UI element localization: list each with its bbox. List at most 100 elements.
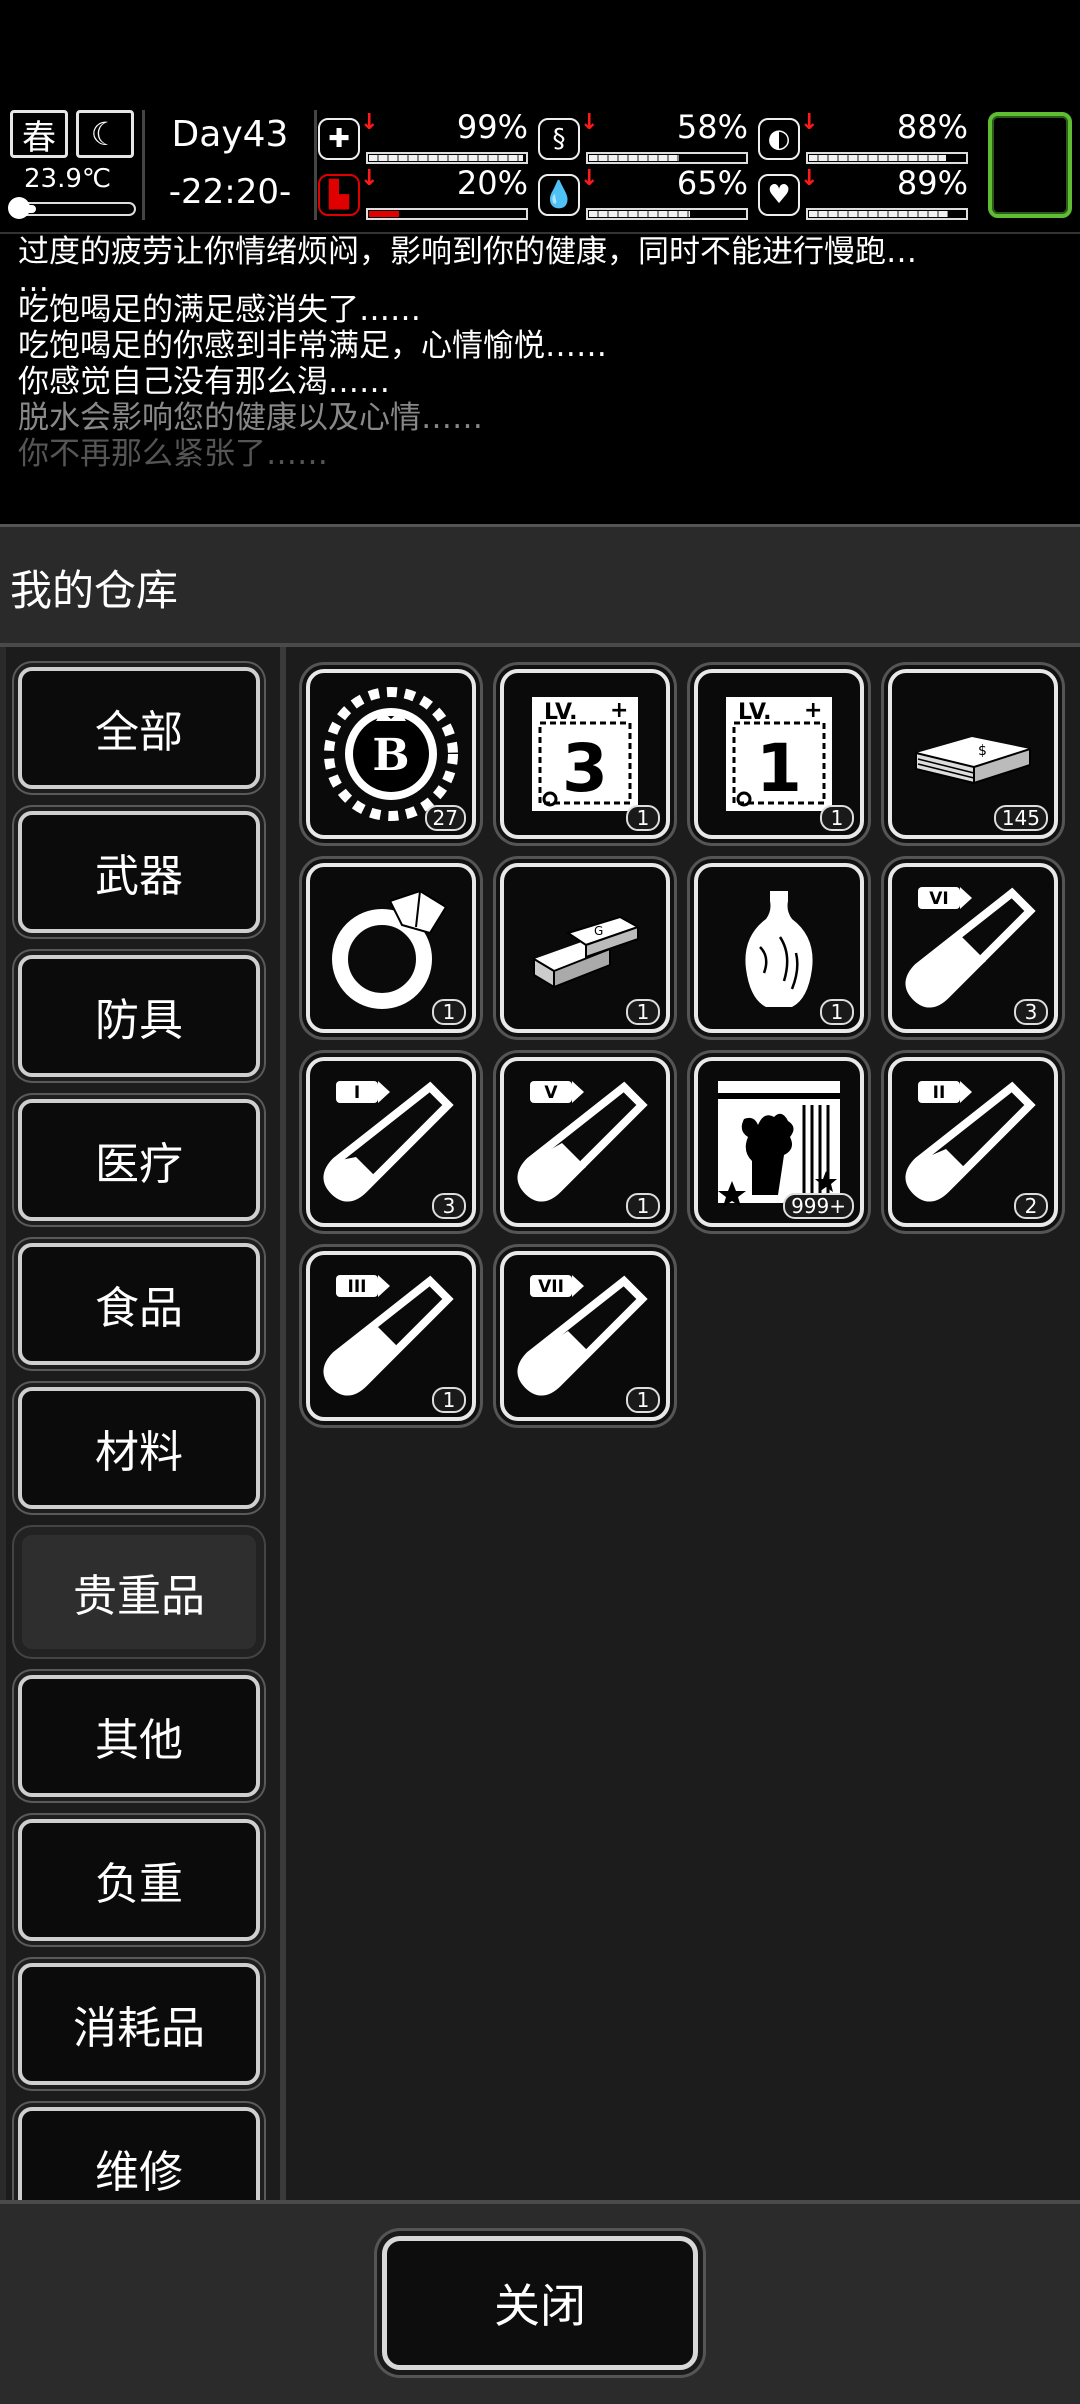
moon-icon: ☾ bbox=[76, 110, 134, 158]
diamond-ring-icon bbox=[332, 889, 448, 1009]
svg-text:B: B bbox=[372, 730, 409, 781]
boot-icon: ▙ bbox=[318, 174, 360, 216]
svg-text:VI: VI bbox=[929, 889, 948, 909]
category-all-button[interactable]: 全部 bbox=[18, 667, 260, 789]
item-slot[interactable]: V 1 bbox=[500, 1057, 670, 1227]
test-tube-vi-icon: VI bbox=[905, 887, 1036, 1008]
svg-text:LV.: LV. bbox=[738, 700, 772, 725]
category-repair-button[interactable]: 维修 bbox=[18, 2107, 260, 2203]
mood-stat: ♥ ↓ 89% bbox=[758, 164, 968, 220]
svg-text:+: + bbox=[804, 698, 822, 723]
svg-text:$: $ bbox=[978, 743, 987, 759]
panel-title: 我的仓库 bbox=[10, 566, 179, 615]
cash-stack-icon: $ bbox=[915, 737, 1031, 785]
item-count: 999+ bbox=[783, 1193, 854, 1219]
item-count: 1 bbox=[626, 1193, 660, 1219]
svg-text:V: V bbox=[544, 1083, 558, 1103]
log-line: 过度的疲劳让你情绪烦闷，影响到你的健康，同时不能进行慢跑… bbox=[18, 234, 917, 270]
item-count: 1 bbox=[626, 805, 660, 831]
svg-text:3: 3 bbox=[562, 730, 608, 807]
item-slot[interactable]: 1 bbox=[306, 863, 476, 1033]
medkit-icon: ✚ bbox=[318, 118, 360, 160]
health-stat: ✚ ↓ 99% bbox=[318, 108, 528, 164]
item-count: 1 bbox=[820, 999, 854, 1025]
item-count: 2 bbox=[1014, 1193, 1048, 1219]
svg-text:1: 1 bbox=[756, 730, 802, 807]
category-armor-button[interactable]: 防具 bbox=[18, 955, 260, 1077]
stomach-icon: § bbox=[538, 118, 580, 160]
svg-text:LV.: LV. bbox=[544, 700, 578, 725]
log-line: … bbox=[18, 263, 49, 299]
lv3-ticket-icon: LV. + 3 bbox=[532, 697, 638, 811]
item-slot[interactable]: G 1 bbox=[500, 863, 670, 1033]
item-slot[interactable]: VI 3 bbox=[888, 863, 1058, 1033]
svg-text:III: III bbox=[348, 1277, 367, 1297]
test-tube-v-icon: V bbox=[517, 1081, 648, 1202]
svg-text:+: + bbox=[610, 698, 628, 723]
pill-icon: ◐ bbox=[758, 118, 800, 160]
item-grid: B 27 LV. + 3 1 LV. + 1 1 $ 145 1 G 1 1 V… bbox=[286, 647, 1080, 2203]
item-slot[interactable]: 999+ bbox=[694, 1057, 864, 1227]
item-slot[interactable]: III 1 bbox=[306, 1251, 476, 1421]
item-count: 1 bbox=[626, 1387, 660, 1413]
svg-text:VII: VII bbox=[538, 1277, 564, 1297]
item-count: 27 bbox=[424, 805, 466, 831]
bottom-bar: 关闭 bbox=[0, 2200, 1080, 2404]
item-slot[interactable]: II 2 bbox=[888, 1057, 1058, 1227]
test-tube-ii-icon: II bbox=[905, 1081, 1036, 1202]
log-line: 吃饱喝足的你感到非常满足，心情愉悦…… bbox=[18, 328, 607, 364]
item-count: 145 bbox=[993, 805, 1048, 831]
temperature-bar bbox=[8, 197, 136, 219]
category-food-button[interactable]: 食品 bbox=[18, 1243, 260, 1365]
category-valuables-button[interactable]: 贵重品 bbox=[18, 1531, 260, 1653]
item-slot[interactable]: I 3 bbox=[306, 1057, 476, 1227]
svg-text:I: I bbox=[354, 1083, 360, 1103]
test-tube-i-icon: I bbox=[323, 1081, 454, 1202]
category-medical-button[interactable]: 医疗 bbox=[18, 1099, 260, 1221]
log-line: 脱水会影响您的健康以及心情…… bbox=[18, 400, 483, 436]
item-count: 1 bbox=[820, 805, 854, 831]
season-indicator: 春 bbox=[10, 110, 68, 158]
water-drop-icon: 💧 bbox=[538, 174, 580, 216]
divider bbox=[142, 110, 145, 220]
status-hud: 春 ☾ 23.9℃ Day43 -22:20- ✚ ↓ 99% § ↓ 58% … bbox=[0, 100, 1080, 230]
thirst-stat: 💧 ↓ 65% bbox=[538, 164, 748, 220]
quick-slot[interactable] bbox=[988, 112, 1072, 218]
test-tube-iii-icon: III bbox=[323, 1275, 454, 1396]
item-count: 3 bbox=[1014, 999, 1048, 1025]
svg-text:G: G bbox=[594, 924, 603, 938]
item-count: 3 bbox=[432, 1193, 466, 1219]
svg-text:II: II bbox=[933, 1083, 946, 1103]
message-log[interactable]: 过度的疲劳让你情绪烦闷，影响到你的健康，同时不能进行慢跑… … 吃饱喝足的满足感… bbox=[0, 232, 1080, 524]
stamina-stat: ▙ ↓ 20% bbox=[318, 164, 528, 220]
item-slot[interactable]: VII 1 bbox=[500, 1251, 670, 1421]
coral-card-icon bbox=[718, 1081, 840, 1207]
day-counter: Day43 bbox=[171, 114, 289, 155]
vase-icon bbox=[745, 891, 813, 1007]
category-materials-button[interactable]: 材料 bbox=[18, 1387, 260, 1509]
close-button[interactable]: 关闭 bbox=[382, 2236, 698, 2370]
log-line: 你感觉自己没有那么渴…… bbox=[18, 364, 390, 400]
category-other-button[interactable]: 其他 bbox=[18, 1675, 260, 1797]
hunger-stat: § ↓ 58% bbox=[538, 108, 748, 164]
temperature-label: 23.9℃ bbox=[24, 164, 112, 194]
item-slot[interactable]: 1 bbox=[694, 863, 864, 1033]
bitcoin-chip-icon: B bbox=[324, 687, 458, 821]
item-count: 1 bbox=[626, 999, 660, 1025]
gold-bars-icon: G bbox=[533, 915, 641, 989]
game-clock: -22:20- bbox=[168, 172, 292, 212]
item-slot[interactable]: LV. + 1 1 bbox=[694, 669, 864, 839]
category-consumables-button[interactable]: 消耗品 bbox=[18, 1963, 260, 2085]
category-load-button[interactable]: 负重 bbox=[18, 1819, 260, 1941]
medicine-stat: ◐ ↓ 88% bbox=[758, 108, 968, 164]
category-weapons-button[interactable]: 武器 bbox=[18, 811, 260, 933]
test-tube-vii-icon: VII bbox=[517, 1275, 648, 1396]
category-sidebar[interactable]: 全部 武器 防具 医疗 食品 材料 贵重品 其他 负重 消耗品 维修 bbox=[6, 647, 280, 2203]
warehouse-panel: 我的仓库 全部 武器 防具 医疗 食品 材料 贵重品 其他 负重 消耗品 维修 … bbox=[0, 524, 1080, 2403]
item-slot[interactable]: B 27 bbox=[306, 669, 476, 839]
log-line: 吃饱喝足的满足感消失了…… bbox=[18, 292, 421, 328]
item-count: 1 bbox=[432, 999, 466, 1025]
item-slot[interactable]: LV. + 3 1 bbox=[500, 669, 670, 839]
item-slot[interactable]: $ 145 bbox=[888, 669, 1058, 839]
lv1-ticket-icon: LV. + 1 bbox=[726, 697, 832, 811]
